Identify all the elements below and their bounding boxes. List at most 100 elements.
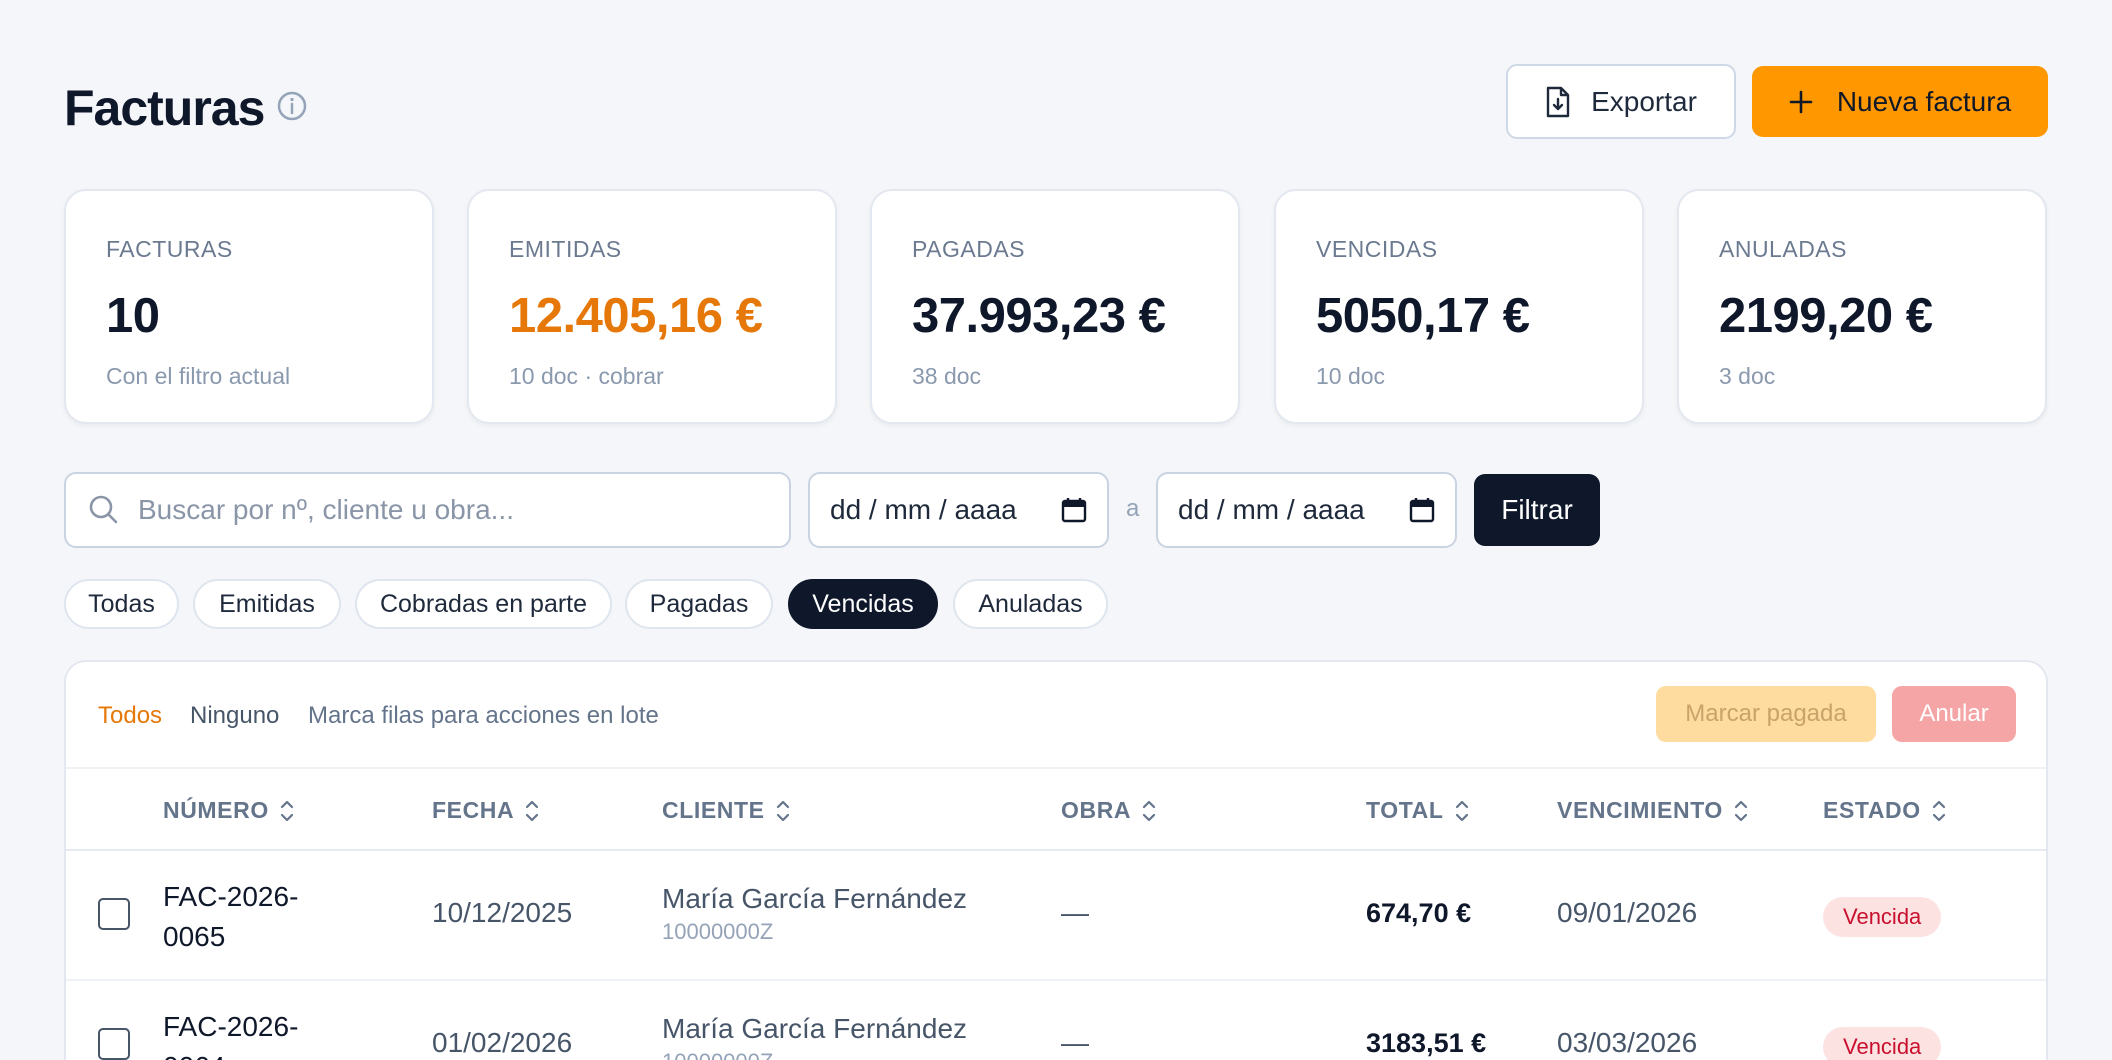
file-download-icon xyxy=(1546,86,1570,117)
export-button[interactable]: Exportar xyxy=(1506,64,1736,139)
column-header-label: FECHA xyxy=(432,797,515,823)
stat-label: VENCIDAS xyxy=(1316,236,1438,262)
table-header: NÚMERO FECHA CLIENTE OBRA TOTAL VENCIMIE… xyxy=(66,769,2046,851)
status-badge: Vencida xyxy=(1823,897,1942,937)
invoice-number[interactable]: FAC-2026- 0064 xyxy=(163,1007,298,1060)
date-range-separator: a xyxy=(1126,495,1140,522)
project-cell: — xyxy=(1061,1027,1089,1058)
stat-value: 10 xyxy=(106,289,160,343)
select-none-link[interactable]: Ninguno xyxy=(190,702,279,730)
column-header-label: VENCIMIENTO xyxy=(1557,797,1723,823)
sort-icon xyxy=(776,800,789,821)
plus-icon xyxy=(1789,90,1813,113)
invoice-date: 10/12/2025 xyxy=(432,897,573,928)
stat-value: 5050,17 € xyxy=(1316,289,1530,343)
sort-icon xyxy=(1734,800,1748,821)
due-date: 09/01/2026 xyxy=(1557,897,1698,928)
stat-card-anuladas: ANULADAS 2199,20 € 3 doc xyxy=(1677,189,2047,424)
column-header-label: ESTADO xyxy=(1823,797,1921,823)
invoice-date: 01/02/2026 xyxy=(432,1027,573,1058)
sort-icon xyxy=(1932,800,1945,821)
stat-sub: 3 doc xyxy=(1719,363,1776,389)
invoice-total: 674,70 € xyxy=(1366,898,1472,928)
row-checkbox[interactable] xyxy=(98,898,130,930)
date-to-input[interactable]: dd / mm / aaaa xyxy=(1156,472,1457,548)
stat-label: FACTURAS xyxy=(106,236,233,262)
chip-emitidas[interactable]: Emitidas xyxy=(193,579,341,629)
column-header-label: CLIENTE xyxy=(662,797,765,823)
column-header-label: NÚMERO xyxy=(163,797,269,823)
chip-vencidas[interactable]: Vencidas xyxy=(788,579,938,629)
invoice-number-line1: FAC-2026- xyxy=(163,881,299,912)
chip-cobradas-en-parte[interactable]: Cobradas en parte xyxy=(355,579,612,629)
new-invoice-button-label: Nueva factura xyxy=(1836,85,2012,117)
sort-icon xyxy=(280,800,293,821)
column-header-cliente[interactable]: CLIENTE xyxy=(662,797,791,824)
bulk-actions-bar: Todos Ninguno Marca filas para acciones … xyxy=(66,662,2046,769)
column-header-label: OBRA xyxy=(1061,797,1132,823)
table-row[interactable]: FAC-2026- 0064 01/02/2026 María García F… xyxy=(66,981,2046,1060)
stat-card-pagadas: PAGADAS 37.993,23 € 38 doc xyxy=(870,189,1240,424)
column-header-numero[interactable]: NÚMERO xyxy=(163,797,295,824)
stat-card-emitidas: EMITIDAS 12.405,16 € 10 doc · cobrar xyxy=(467,189,837,424)
stat-sub: 10 doc xyxy=(1316,363,1386,389)
stat-card-vencidas: VENCIDAS 5050,17 € 10 doc xyxy=(1274,189,1644,424)
select-all-link[interactable]: Todos xyxy=(98,702,162,730)
column-header-total[interactable]: TOTAL xyxy=(1366,797,1470,824)
client-cell: María García Fernández 10000000Z xyxy=(662,883,967,945)
status-badge: Vencida xyxy=(1823,1027,1942,1060)
stat-sub: 38 doc xyxy=(912,363,982,389)
search-icon xyxy=(89,495,118,524)
sort-icon xyxy=(1143,800,1156,821)
invoice-number-line2: 0064 xyxy=(163,1047,298,1060)
client-name: María García Fernández xyxy=(662,1013,968,1044)
stat-value: 2199,20 € xyxy=(1719,289,1933,343)
client-cell: María García Fernández 10000000Z xyxy=(662,1013,967,1060)
chip-todas[interactable]: Todas xyxy=(64,579,179,629)
stat-sub: 10 doc · cobrar xyxy=(509,363,664,389)
search-box[interactable] xyxy=(64,472,791,548)
stat-value: 12.405,16 € xyxy=(509,289,763,343)
client-name: María García Fernández xyxy=(662,883,968,914)
client-id: 10000000Z xyxy=(662,919,774,944)
stat-value: 37.993,23 € xyxy=(912,289,1166,343)
table-row[interactable]: FAC-2026- 0065 10/12/2025 María García F… xyxy=(66,851,2046,981)
invoice-total: 3183,51 € xyxy=(1366,1028,1487,1058)
sort-icon xyxy=(1455,800,1468,821)
search-input[interactable] xyxy=(138,494,738,526)
stat-label: PAGADAS xyxy=(912,236,1025,262)
invoice-number[interactable]: FAC-2026- 0065 xyxy=(163,877,298,957)
due-date: 03/03/2026 xyxy=(1557,1027,1698,1058)
chip-anuladas[interactable]: Anuladas xyxy=(953,579,1108,629)
page-title: Facturas xyxy=(64,80,265,136)
stat-card-facturas: FACTURAS 10 Con el filtro actual xyxy=(64,189,434,424)
stat-label: ANULADAS xyxy=(1719,236,1847,262)
row-checkbox[interactable] xyxy=(98,1028,130,1060)
stat-sub: Con el filtro actual xyxy=(106,363,291,389)
bulk-hint: Marca filas para acciones en lote xyxy=(308,702,659,729)
column-header-vencimiento[interactable]: VENCIMIENTO xyxy=(1557,797,1749,824)
invoice-number-line2: 0065 xyxy=(163,921,226,952)
date-from-placeholder: dd / mm / aaaa xyxy=(830,494,1017,525)
invoice-number-line1: FAC-2026- xyxy=(163,1011,299,1042)
info-icon[interactable] xyxy=(276,90,308,122)
mark-paid-button[interactable]: Marcar pagada xyxy=(1656,686,1876,742)
chip-pagadas[interactable]: Pagadas xyxy=(625,579,773,629)
void-button[interactable]: Anular xyxy=(1892,686,2016,742)
column-header-fecha[interactable]: FECHA xyxy=(432,797,540,824)
column-header-label: TOTAL xyxy=(1366,797,1444,823)
column-header-estado[interactable]: ESTADO xyxy=(1823,797,1947,824)
sort-icon xyxy=(526,800,539,821)
column-header-obra[interactable]: OBRA xyxy=(1061,797,1157,824)
stat-label: EMITIDAS xyxy=(509,236,622,262)
calendar-icon[interactable] xyxy=(1409,497,1435,523)
date-to-placeholder: dd / mm / aaaa xyxy=(1178,494,1365,525)
filter-button[interactable]: Filtrar xyxy=(1474,474,1600,546)
export-button-label: Exportar xyxy=(1591,85,1697,117)
client-id: 10000000Z xyxy=(662,1049,967,1060)
calendar-icon[interactable] xyxy=(1061,497,1087,523)
date-from-input[interactable]: dd / mm / aaaa xyxy=(808,472,1109,548)
new-invoice-button[interactable]: Nueva factura xyxy=(1752,66,2048,137)
project-cell: — xyxy=(1061,897,1089,928)
invoices-table-panel: Todos Ninguno Marca filas para acciones … xyxy=(64,660,2048,1060)
